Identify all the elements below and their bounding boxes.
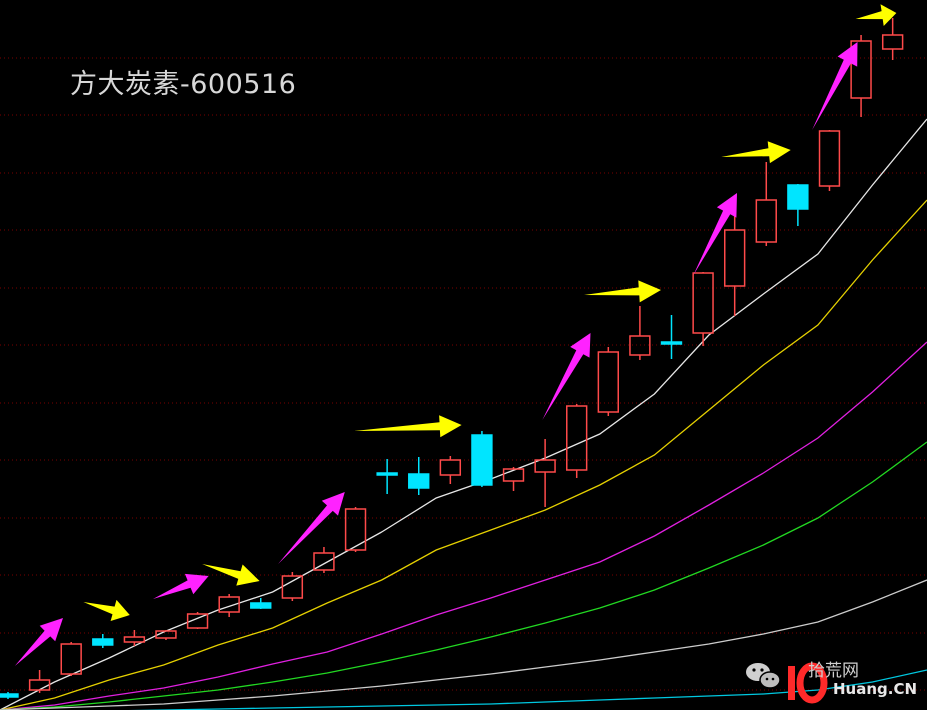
candle-up bbox=[723, 229, 746, 287]
candle-down bbox=[376, 472, 398, 476]
candlestick-chart bbox=[0, 4, 927, 710]
yellow-arrow bbox=[354, 415, 462, 438]
yellow-arrow bbox=[202, 564, 260, 586]
candle-up bbox=[28, 679, 51, 691]
yellow-arrow bbox=[83, 599, 130, 621]
candle-down bbox=[471, 434, 493, 486]
candle-down bbox=[787, 184, 809, 210]
candle-down bbox=[660, 341, 683, 345]
candle-up bbox=[281, 575, 304, 599]
candle-down bbox=[408, 473, 430, 489]
yellow-arrow bbox=[721, 141, 791, 164]
magenta-arrow bbox=[278, 492, 345, 564]
magenta-arrow bbox=[14, 618, 64, 666]
candle-down bbox=[92, 638, 114, 646]
candle-up bbox=[123, 636, 146, 643]
candle-up bbox=[60, 643, 82, 675]
candle-up bbox=[692, 272, 714, 334]
chart-title: 方大炭素-600516 bbox=[70, 69, 297, 100]
candle-up bbox=[439, 459, 462, 476]
magenta-arrow bbox=[153, 573, 209, 599]
candle-down bbox=[0, 693, 19, 698]
wechat-icon bbox=[746, 663, 781, 689]
watermark: 拾荒网 Huang.CN bbox=[738, 652, 923, 706]
watermark-domain: Huang.CN bbox=[833, 680, 918, 698]
candle-up bbox=[818, 130, 841, 187]
magenta-arrow bbox=[693, 193, 737, 275]
candle-up bbox=[344, 508, 367, 551]
yellow-arrow bbox=[584, 280, 661, 303]
yellow-arrow bbox=[855, 4, 897, 26]
candle-up bbox=[755, 199, 777, 243]
candle-down bbox=[250, 602, 272, 609]
chart-stage: 方大炭素-600516 拾荒网 Huang.CN bbox=[0, 0, 927, 710]
watermark-site: 拾荒网 bbox=[808, 661, 859, 681]
candle-up bbox=[881, 34, 904, 50]
candle-up bbox=[534, 459, 556, 473]
